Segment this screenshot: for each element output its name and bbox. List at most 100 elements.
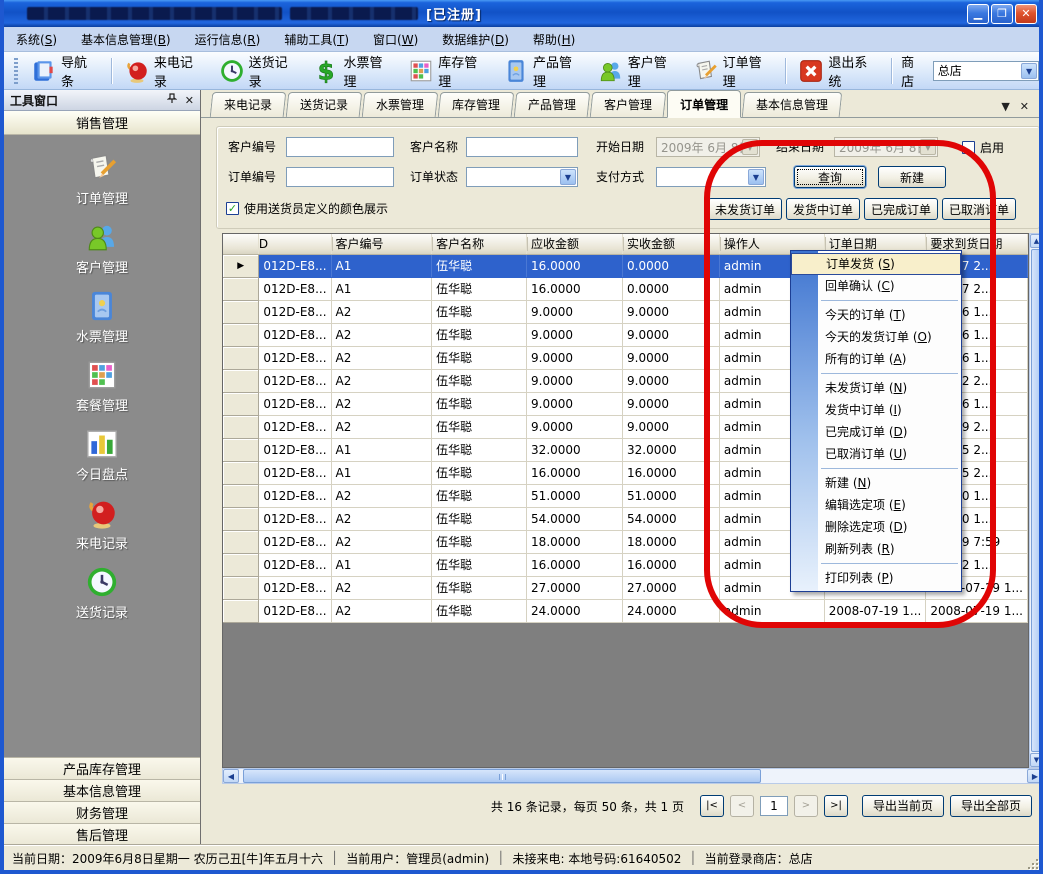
context-menu-item[interactable]: 删除选定项 (D) bbox=[791, 516, 961, 538]
column-header[interactable] bbox=[223, 234, 259, 254]
row-selector[interactable] bbox=[223, 277, 259, 300]
maximize-button[interactable]: ❐ bbox=[991, 4, 1013, 24]
chevron-down-icon[interactable]: ▼ bbox=[920, 139, 936, 155]
sidebar-group-button[interactable]: 产品库存管理 bbox=[4, 757, 200, 779]
horizontal-scrollbar[interactable]: ◀ ▶ bbox=[222, 768, 1043, 784]
context-menu-item[interactable]: 未发货订单 (N) bbox=[791, 377, 961, 399]
menubar-item-B[interactable]: 基本信息管理(B) bbox=[69, 27, 183, 52]
scroll-down-icon[interactable]: ▼ bbox=[1030, 753, 1043, 767]
sidebar-item[interactable]: 客户管理 bbox=[27, 214, 177, 283]
toolbar-grip[interactable] bbox=[14, 58, 18, 84]
context-menu-item[interactable]: 已完成订单 (D) bbox=[791, 421, 961, 443]
last-page-button[interactable]: >| bbox=[824, 795, 848, 817]
menubar-item-D[interactable]: 数据维护(D) bbox=[430, 27, 521, 52]
row-selector[interactable] bbox=[223, 300, 259, 323]
tab-产品管理[interactable]: 产品管理 bbox=[514, 92, 591, 117]
toolbar-button[interactable]: 产品管理 bbox=[496, 49, 591, 93]
close-button[interactable]: ✕ bbox=[1015, 4, 1037, 24]
context-menu-item[interactable]: 订单发货 (S) bbox=[791, 253, 961, 275]
column-header[interactable]: 实收金额 bbox=[623, 234, 720, 254]
order-status-select[interactable]: ▼ bbox=[466, 167, 578, 187]
sidebar-group-button[interactable]: 财务管理 bbox=[4, 801, 200, 823]
row-selector[interactable] bbox=[223, 369, 259, 392]
tab-来电记录[interactable]: 来电记录 bbox=[210, 92, 287, 117]
column-header[interactable]: ID bbox=[259, 234, 331, 254]
page-number-input[interactable]: 1 bbox=[760, 796, 788, 816]
context-menu-item[interactable]: 今天的发货订单 (O) bbox=[791, 326, 961, 348]
row-selector[interactable] bbox=[223, 507, 259, 530]
row-selector[interactable] bbox=[223, 576, 259, 599]
horizontal-scrollbar-thumb[interactable] bbox=[243, 769, 761, 783]
context-menu-item[interactable]: 打印列表 (P) bbox=[791, 567, 961, 589]
menubar-item-R[interactable]: 运行信息(R) bbox=[183, 27, 273, 52]
export-all-pages-button[interactable]: 导出全部页 bbox=[950, 795, 1032, 817]
context-menu-item[interactable]: 已取消订单 (U) bbox=[791, 443, 961, 465]
context-menu-item[interactable]: 回单确认 (C) bbox=[791, 275, 961, 297]
sidebar-item[interactable]: 今日盘点 bbox=[27, 421, 177, 490]
row-selector[interactable] bbox=[223, 599, 259, 622]
close-panel-icon[interactable]: ✕ bbox=[185, 94, 194, 107]
toolbar-button[interactable]: 送货记录 bbox=[212, 49, 307, 93]
sidebar-item[interactable]: 来电记录 bbox=[27, 490, 177, 559]
sidebar-group-button[interactable]: 基本信息管理 bbox=[4, 779, 200, 801]
row-selector[interactable] bbox=[223, 438, 259, 461]
toolbar-button[interactable]: 订单管理 bbox=[686, 49, 781, 93]
color-display-checkbox[interactable]: ✓ 使用送货员定义的颜色展示 bbox=[226, 200, 388, 216]
tab-客户管理[interactable]: 客户管理 bbox=[590, 92, 667, 117]
row-selector[interactable] bbox=[223, 484, 259, 507]
column-header[interactable]: 客户名称 bbox=[432, 234, 527, 254]
column-header[interactable]: 客户编号 bbox=[331, 234, 432, 254]
context-menu-item[interactable]: 新建 (N) bbox=[791, 472, 961, 494]
order-no-input[interactable] bbox=[286, 167, 394, 187]
status-filter-button[interactable]: 发货中订单 bbox=[786, 198, 860, 220]
sidebar-item[interactable]: 水票管理 bbox=[27, 283, 177, 352]
vertical-scrollbar[interactable]: ▲ ▼ bbox=[1029, 233, 1043, 768]
tab-list-dropdown-icon[interactable]: ▼ bbox=[1001, 100, 1009, 113]
table-row[interactable]: 012D-E8...A2伍华聪24.000024.0000admin2008-0… bbox=[223, 599, 1028, 622]
row-selector[interactable] bbox=[223, 530, 259, 553]
toolbar-button[interactable]: 库存管理 bbox=[401, 49, 496, 93]
minimize-button[interactable]: ▁ bbox=[967, 4, 989, 24]
first-page-button[interactable]: |< bbox=[700, 795, 724, 817]
row-selector[interactable] bbox=[223, 553, 259, 576]
sidebar-item[interactable]: 订单管理 bbox=[27, 145, 177, 214]
export-current-page-button[interactable]: 导出当前页 bbox=[862, 795, 944, 817]
sidebar-group-header[interactable]: 销售管理 bbox=[4, 111, 200, 135]
toolbar-button[interactable]: 来电记录 bbox=[117, 49, 212, 93]
row-selector[interactable] bbox=[223, 323, 259, 346]
status-filter-button[interactable]: 未发货订单 bbox=[708, 198, 782, 220]
query-button[interactable]: 查询 bbox=[794, 166, 866, 188]
scroll-up-icon[interactable]: ▲ bbox=[1030, 234, 1043, 248]
tab-库存管理[interactable]: 库存管理 bbox=[438, 92, 515, 117]
chevron-down-icon[interactable]: ▼ bbox=[1021, 63, 1037, 79]
scroll-left-icon[interactable]: ◀ bbox=[223, 769, 239, 783]
toolbar-button[interactable]: 退出系统 bbox=[791, 49, 886, 93]
status-filter-button[interactable]: 已完成订单 bbox=[864, 198, 938, 220]
menubar-item-S[interactable]: 系统(S) bbox=[4, 27, 69, 52]
tab-订单管理[interactable]: 订单管理 bbox=[667, 90, 741, 118]
scroll-right-icon[interactable]: ▶ bbox=[1027, 769, 1043, 783]
status-filter-button[interactable]: 已取消订单 bbox=[942, 198, 1016, 220]
row-selector[interactable] bbox=[223, 415, 259, 438]
new-button[interactable]: 新建 bbox=[878, 166, 946, 188]
menubar-item-H[interactable]: 帮助(H) bbox=[521, 27, 587, 52]
context-menu-item[interactable]: 编辑选定项 (E) bbox=[791, 494, 961, 516]
customer-name-input[interactable] bbox=[466, 137, 578, 157]
start-date-picker[interactable]: 2009年 6月 8日▼ bbox=[656, 137, 760, 157]
resize-grip[interactable] bbox=[1025, 856, 1038, 869]
row-selector[interactable] bbox=[223, 461, 259, 484]
menubar-item-T[interactable]: 辅助工具(T) bbox=[272, 27, 361, 52]
toolbar-button[interactable]: $水票管理 bbox=[306, 49, 401, 93]
toolbar-button[interactable]: 导航条 bbox=[24, 49, 106, 93]
checkbox-icon[interactable] bbox=[962, 141, 975, 154]
context-menu-item[interactable]: 今天的订单 (T) bbox=[791, 304, 961, 326]
context-menu-item[interactable]: 所有的订单 (A) bbox=[791, 348, 961, 370]
tab-基本信息管理[interactable]: 基本信息管理 bbox=[742, 92, 843, 117]
row-selector[interactable] bbox=[223, 392, 259, 415]
pin-icon[interactable] bbox=[167, 93, 177, 107]
row-selector[interactable]: ▶ bbox=[223, 254, 259, 277]
context-menu-item[interactable]: 发货中订单 (I) bbox=[791, 399, 961, 421]
tab-送货记录[interactable]: 送货记录 bbox=[286, 92, 363, 117]
tab-水票管理[interactable]: 水票管理 bbox=[362, 92, 439, 117]
checkmark-icon[interactable]: ✓ bbox=[226, 202, 239, 215]
